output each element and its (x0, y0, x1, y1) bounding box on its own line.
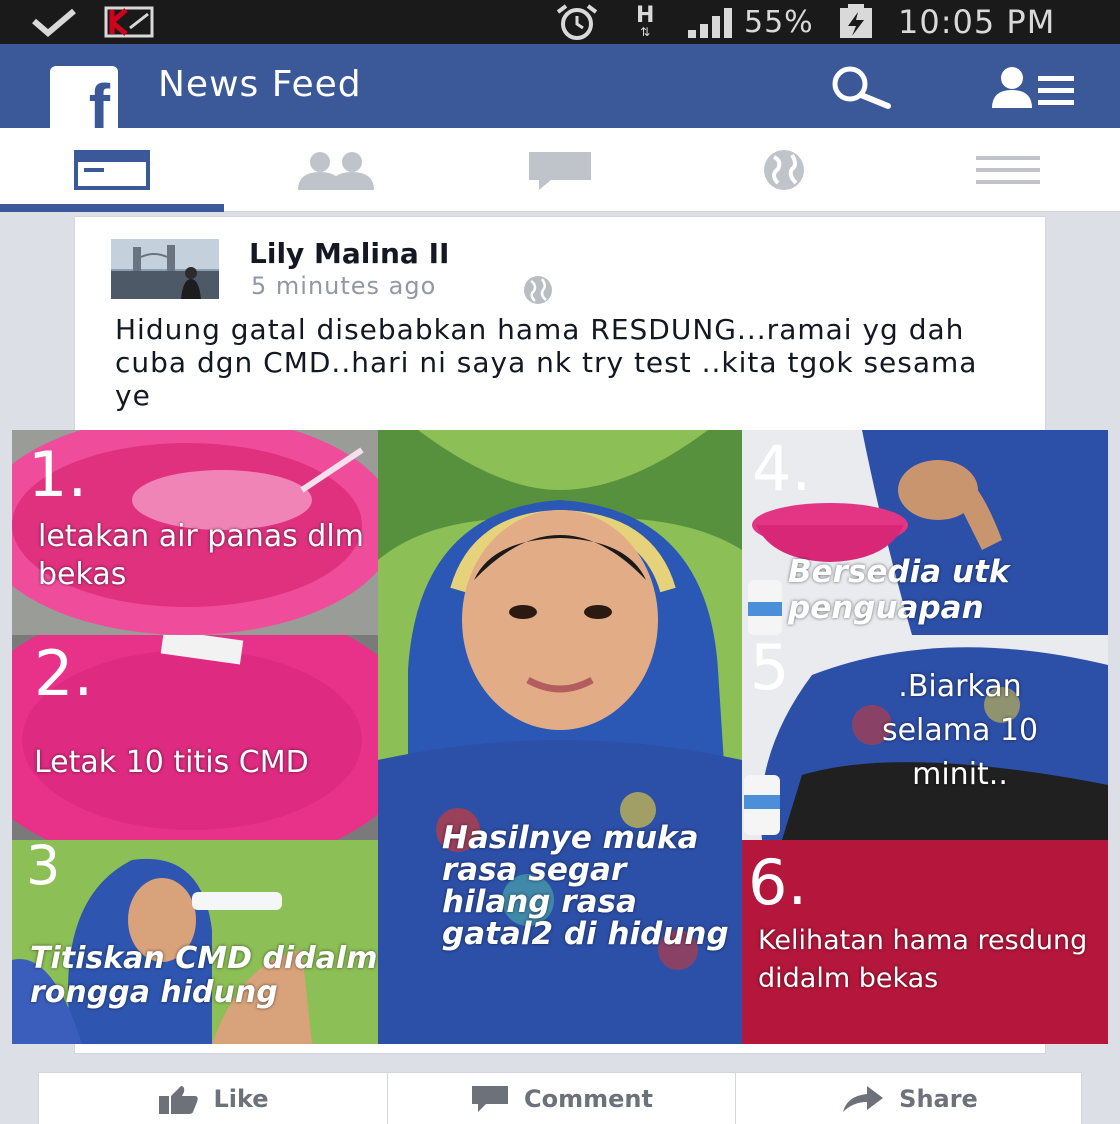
page-title: News Feed (158, 64, 362, 105)
collage-step-5: 5 .Biarkan selama 10 minit.. (742, 635, 1108, 840)
tab-notifications[interactable] (672, 128, 896, 212)
avatar[interactable] (111, 239, 219, 299)
like-label: Like (213, 1085, 269, 1113)
friends-icon (298, 152, 374, 190)
comment-label: Comment (524, 1085, 653, 1113)
step-caption: Titiskan CMD didalm rongga hidung (30, 941, 378, 1010)
step-number: 5 (750, 635, 790, 704)
collage-step-4: 4. Bersedia utk penguapan (742, 430, 1108, 635)
collage-step-3: 3 Titiskan CMD didalm rongga hidung (12, 840, 378, 1044)
alarm-icon (552, 0, 602, 44)
status-bar: H ⇅ 55% 10:05 PM (0, 0, 1120, 44)
step-number: 2. (34, 637, 94, 710)
battery-percent: 55% (744, 4, 814, 40)
clock: 10:05 PM (898, 3, 1056, 41)
signal-icon (686, 0, 740, 44)
share-button[interactable]: Share (735, 1073, 1083, 1124)
battery-charging-icon (836, 0, 876, 44)
collage-step-2: 2. Letak 10 titis CMD (12, 635, 378, 840)
app-header: f News Feed (0, 44, 1120, 134)
step-caption: letakan air panas dlm bekas (38, 519, 364, 592)
tab-bar (0, 128, 1120, 212)
share-arrow-icon (843, 1086, 884, 1112)
collage-step-6: 6. Kelihatan hama resdung didalm bekas (742, 840, 1108, 1044)
post-text: Hidung gatal disebabkan hama RESDUNG...r… (115, 313, 978, 412)
facebook-logo-icon[interactable]: f (50, 66, 118, 134)
tab-news-feed[interactable] (0, 128, 224, 212)
comment-icon (472, 1086, 509, 1112)
post-author[interactable]: Lily Malina II (249, 237, 449, 270)
collage-center-portrait: Hasilnye muka rasa segar hilang rasa gat… (378, 430, 742, 1044)
kaspersky-icon (104, 0, 154, 44)
friend-requests-icon[interactable] (990, 66, 1080, 114)
step-caption: Kelihatan hama resdung didalm bekas (758, 925, 1088, 994)
post-action-bar: Like Comment Share (38, 1072, 1082, 1124)
step-caption: Letak 10 titis CMD (34, 745, 309, 780)
result-caption: Hasilnye muka rasa segar hilang rasa gat… (442, 820, 729, 952)
privacy-globe-icon (524, 276, 552, 304)
collage-step-1: 1. letakan air panas dlm bekas (12, 430, 378, 635)
like-button[interactable]: Like (39, 1073, 387, 1124)
post-timestamp: 5 minutes ago (251, 272, 437, 300)
search-icon[interactable] (826, 66, 896, 114)
step-number: 4. (752, 432, 812, 505)
comment-button[interactable]: Comment (387, 1073, 735, 1124)
menu-icon (976, 156, 1040, 184)
tab-messages[interactable] (448, 128, 672, 212)
step-number: 1. (28, 438, 88, 511)
active-tab-indicator (0, 204, 224, 212)
share-label: Share (899, 1085, 978, 1113)
thumbs-up-icon (159, 1086, 199, 1114)
network-h-icon: H ⇅ (636, 3, 655, 39)
step-number: 3 (26, 840, 61, 897)
step-caption: .Biarkan selama 10 minit.. (881, 669, 1039, 792)
step-number: 6. (748, 846, 808, 919)
step-caption: Bersedia utk penguapan (788, 554, 1010, 626)
news-feed-icon (74, 150, 150, 190)
messages-icon (529, 152, 591, 190)
tab-friends[interactable] (224, 128, 448, 212)
globe-icon (764, 150, 804, 190)
check-icon (30, 0, 78, 44)
tab-more[interactable] (896, 128, 1120, 212)
post-image-collage[interactable]: 1. letakan air panas dlm bekas 2. Letak … (12, 430, 1108, 1044)
